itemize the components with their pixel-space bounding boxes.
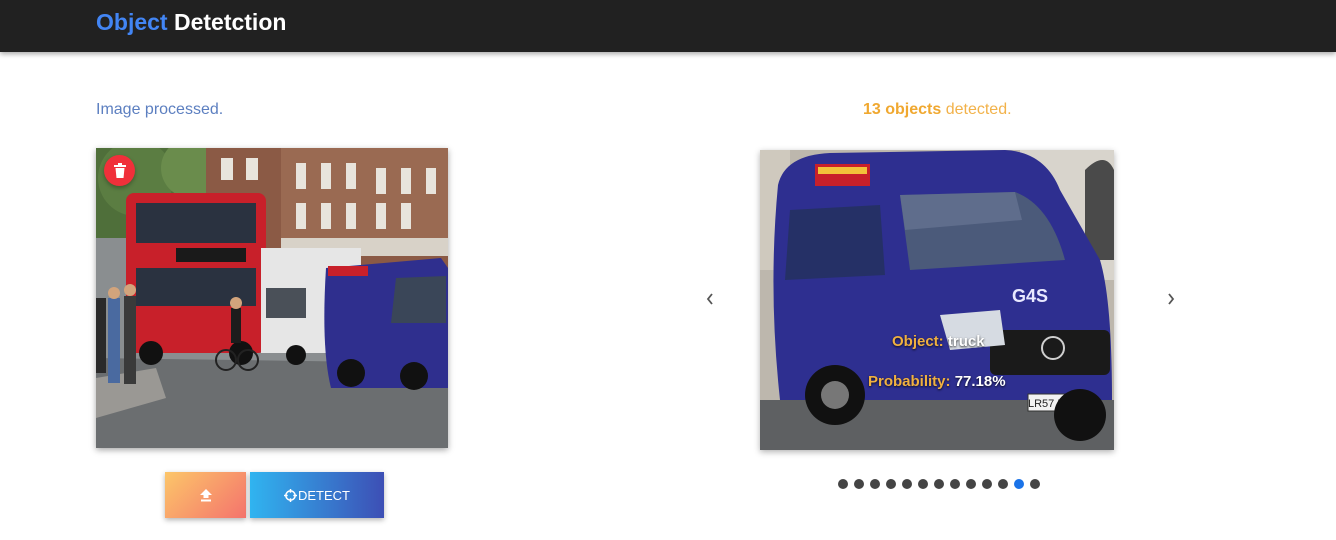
delete-image-button[interactable] xyxy=(104,155,135,186)
detect-button-label: DETECT xyxy=(298,487,350,503)
carousel-dot[interactable] xyxy=(886,479,896,489)
crosshair-icon xyxy=(284,488,297,502)
carousel-dot[interactable] xyxy=(982,479,992,489)
input-image xyxy=(96,148,448,448)
trash-icon xyxy=(113,163,126,178)
carousel-indicators xyxy=(838,479,1040,489)
upload-button[interactable] xyxy=(165,472,246,518)
app-title[interactable]: Object Detetction xyxy=(96,8,286,36)
processing-status: Image processed. xyxy=(96,101,224,118)
probability-value: 77.18% xyxy=(954,373,1006,390)
probability-label: Probability: xyxy=(868,373,951,390)
carousel-dot[interactable] xyxy=(966,479,976,489)
detect-button[interactable]: DETECT xyxy=(250,472,384,518)
app-title-accent: Object xyxy=(96,9,168,35)
carousel-dot[interactable] xyxy=(950,479,960,489)
object-value: truck xyxy=(947,333,985,350)
detected-object-image: LR57 KNX G4S xyxy=(760,150,1114,450)
detection-summary-suffix: detected. xyxy=(941,101,1012,118)
upload-icon xyxy=(199,489,212,502)
object-label: Object: xyxy=(892,333,944,350)
carousel-prev-button[interactable] xyxy=(700,289,720,309)
carousel-dot[interactable] xyxy=(1030,479,1040,489)
carousel-dot[interactable] xyxy=(998,479,1008,489)
object-count: 13 objects xyxy=(863,101,942,118)
chevron-right-icon xyxy=(1168,293,1175,305)
detection-summary: 13 objects detected. xyxy=(863,101,1012,119)
probability-caption: Probability: 77.18% xyxy=(868,373,1006,390)
carousel-dot[interactable] xyxy=(838,479,848,489)
carousel-dot[interactable] xyxy=(870,479,880,489)
svg-text:G4S: G4S xyxy=(1012,286,1048,306)
detected-object-caption: Object: truck xyxy=(892,333,985,350)
carousel-dot[interactable] xyxy=(918,479,928,489)
carousel-dot[interactable] xyxy=(934,479,944,489)
carousel-dot[interactable] xyxy=(854,479,864,489)
navbar: Object Detetction xyxy=(0,0,1336,52)
detection-carousel[interactable]: LR57 KNX G4S xyxy=(760,150,1114,450)
street-scene-illustration xyxy=(96,148,448,448)
chevron-left-icon xyxy=(706,293,713,305)
carousel-dot[interactable] xyxy=(902,479,912,489)
app-title-main: Detetction xyxy=(173,9,287,35)
carousel-dot[interactable] xyxy=(1014,479,1024,489)
carousel-next-button[interactable] xyxy=(1161,289,1181,309)
